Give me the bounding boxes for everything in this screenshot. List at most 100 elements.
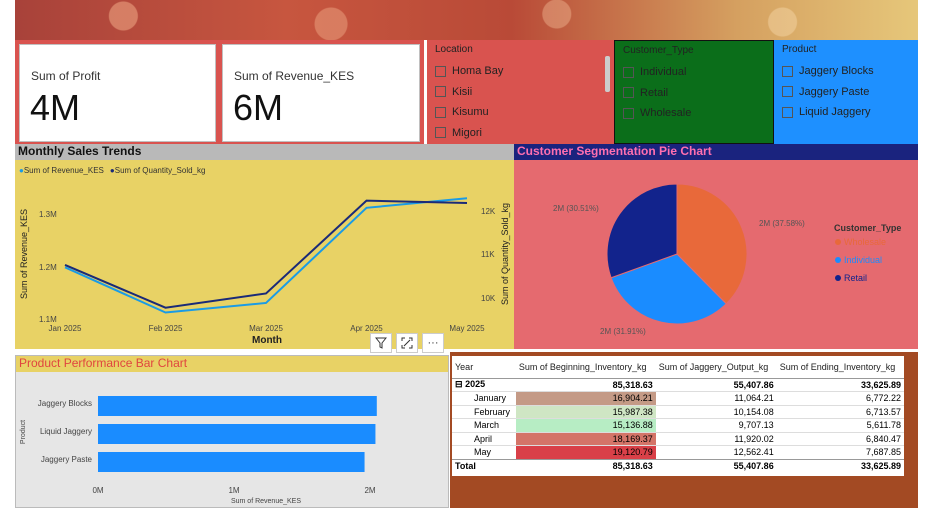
slicer-item[interactable]: Jaggery Blocks <box>782 61 910 82</box>
slicer-item-label: Liquid Jaggery <box>799 106 871 119</box>
slicer-item[interactable]: Jaggery Paste <box>782 82 910 103</box>
checkbox[interactable] <box>435 106 446 118</box>
inventory-matrix-panel: Year Sum of Beginning_Inventory_kg Sum o… <box>450 352 918 508</box>
kpi-label: Sum of Profit <box>31 69 101 83</box>
product-performance-panel[interactable]: Product Performance Bar Chart Product Su… <box>15 355 449 508</box>
row-label[interactable]: January <box>452 392 516 406</box>
slicer-item[interactable]: Migori <box>435 123 606 144</box>
checkbox[interactable] <box>435 127 446 139</box>
legend-item: Individual <box>844 255 882 265</box>
slicer-item[interactable]: Kisii <box>435 82 606 103</box>
table-cell: 11,064.21 <box>734 393 774 404</box>
monthly-sales-panel[interactable]: Monthly Sales Trends ●Sum of Revenue_KES… <box>15 144 514 349</box>
bar[interactable] <box>98 424 376 444</box>
collapse-icon[interactable]: ⊟ <box>455 379 463 389</box>
y-right-tick: 10K <box>481 294 496 303</box>
x-tick: Feb 2025 <box>149 324 183 333</box>
bar[interactable] <box>98 396 377 416</box>
checkbox[interactable] <box>782 106 793 118</box>
row-label[interactable]: February <box>452 405 516 419</box>
x-tick: 2M <box>364 486 375 495</box>
row-label[interactable]: March <box>452 419 516 433</box>
slicer-item-label: Kisii <box>452 85 473 98</box>
table-cell: 15,987.38 <box>515 405 656 419</box>
slicer-item-label: Retail <box>640 86 669 99</box>
customer-segmentation-panel[interactable]: Customer Segmentation Pie Chart 2M (37.5… <box>514 144 918 349</box>
series-line[interactable] <box>64 199 468 309</box>
slicer-item[interactable]: Kisumu <box>435 102 606 123</box>
kpi-value: 6M <box>233 87 284 128</box>
series-line[interactable] <box>64 197 468 314</box>
slicer-item[interactable]: Homa Bay <box>435 61 606 82</box>
table-cell: 18,169.37 <box>515 432 656 446</box>
x-tick: Jan 2025 <box>49 324 82 333</box>
y-tick: Jaggery Blocks <box>38 399 92 408</box>
table-cell: 10,154.08 <box>733 406 774 417</box>
table-cell: 55,407.86 <box>733 379 774 390</box>
legend-title: Customer_Type <box>834 223 901 233</box>
table-row: January 16,904.21 11,064.21 6,772.22 <box>452 391 904 406</box>
table-cell: 19,120.79 <box>515 445 656 459</box>
y-axis-title: Product <box>20 420 27 444</box>
line-chart[interactable]: Sum of Revenue_KES Sum of Quantity_Sold_… <box>15 144 514 349</box>
row-label[interactable]: May <box>452 446 516 460</box>
checkbox[interactable] <box>435 65 446 77</box>
pie-chart[interactable]: 2M (37.58%) 2M (31.91%) 2M (30.51%) Cust… <box>514 144 918 349</box>
more-options-icon[interactable]: ··· <box>422 333 444 353</box>
bar[interactable] <box>98 452 365 472</box>
table-cell: 15,136.88 <box>515 418 656 432</box>
y-tick: 1.3M <box>39 210 57 219</box>
slicer-item[interactable]: Liquid Jaggery <box>782 102 910 123</box>
table-cell: 9,707.13 <box>738 420 774 431</box>
legend-item: Retail <box>844 273 867 283</box>
checkbox[interactable] <box>623 66 634 78</box>
pie-data-label: 2M (30.51%) <box>553 204 599 213</box>
matrix-table-wrap[interactable]: Year Sum of Beginning_Inventory_kg Sum o… <box>452 356 904 476</box>
checkbox[interactable] <box>435 86 446 98</box>
table-cell: 33,625.89 <box>860 461 901 471</box>
legend-marker <box>835 275 841 281</box>
slicer-item-label: Kisumu <box>452 106 489 119</box>
table-cell: 33,625.89 <box>860 379 901 390</box>
checkbox[interactable] <box>782 65 793 77</box>
column-header[interactable]: Sum of Ending_Inventory_kg <box>776 356 904 379</box>
slicer-item-label: Jaggery Blocks <box>799 65 874 78</box>
slicer-item-label: Migori <box>452 126 482 139</box>
row-label[interactable]: April <box>452 432 516 446</box>
y-right-title: Sum of Quantity_Sold_kg <box>500 203 510 305</box>
legend-marker <box>835 239 841 245</box>
kpi-label: Sum of Revenue_KES <box>234 69 355 83</box>
checkbox[interactable] <box>623 87 634 99</box>
legend-marker <box>835 257 841 263</box>
focus-mode-icon[interactable] <box>396 333 418 353</box>
slicer-item[interactable]: Wholesale <box>623 103 765 124</box>
table-cell: 7,687.85 <box>865 447 901 458</box>
scrollbar[interactable] <box>605 56 610 92</box>
x-tick: 1M <box>228 486 239 495</box>
slicer-title: Location <box>435 44 473 55</box>
y-tick: 1.2M <box>39 263 57 272</box>
checkbox[interactable] <box>623 107 634 119</box>
column-header[interactable]: Year <box>452 356 516 379</box>
slicer-customer-type: Customer_Type Individual Retail Wholesal… <box>614 40 774 144</box>
row-header[interactable]: ⊟ 2025 <box>452 378 516 392</box>
kpi-card-revenue[interactable]: Sum of Revenue_KES 6M <box>222 44 420 142</box>
slicer-item[interactable]: Retail <box>623 83 765 104</box>
filter-icon[interactable] <box>370 333 392 353</box>
inventory-matrix: Year Sum of Beginning_Inventory_kg Sum o… <box>452 356 904 473</box>
table-cell: 55,407.86 <box>733 461 774 471</box>
column-header[interactable]: Sum of Jaggery_Output_kg <box>655 356 777 379</box>
checkbox[interactable] <box>782 86 793 98</box>
slicer-item[interactable]: Individual <box>623 62 765 83</box>
table-cell: 11,920.02 <box>734 433 774 444</box>
column-header[interactable]: Sum of Beginning_Inventory_kg <box>515 356 656 379</box>
kpi-card-profit[interactable]: Sum of Profit 4M <box>19 44 216 142</box>
bar-chart[interactable]: Product Sum of Revenue_KES 0M 1M 2M Jagg… <box>16 356 448 507</box>
kpi-value: 4M <box>30 87 81 128</box>
x-axis-title: Month <box>252 335 282 346</box>
slicer-title: Product <box>782 44 817 55</box>
y-left-title: Sum of Revenue_KES <box>19 209 29 299</box>
slicer-item-label: Wholesale <box>640 107 692 120</box>
x-axis-title: Sum of Revenue_KES <box>231 498 301 505</box>
slicer-item-label: Individual <box>640 66 687 79</box>
